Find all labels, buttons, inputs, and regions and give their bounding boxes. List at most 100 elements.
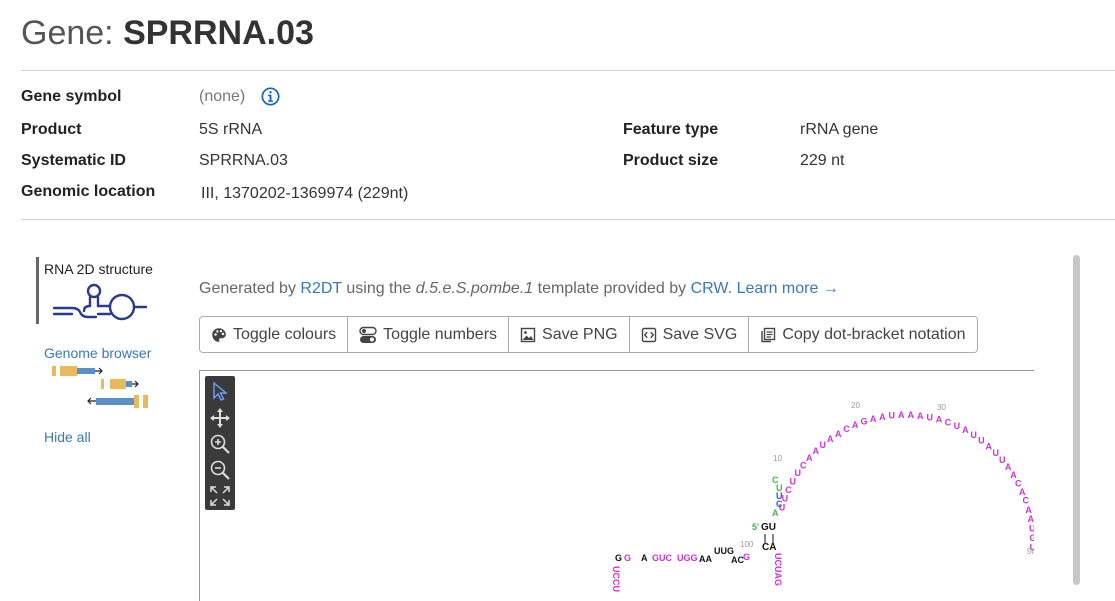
base-u2: U — [776, 483, 783, 493]
image-icon — [520, 327, 536, 342]
zoom-in-icon[interactable] — [208, 432, 232, 456]
page-scrollbar[interactable] — [1073, 255, 1080, 585]
ca-pair: CA — [762, 542, 776, 553]
page-title-prefix: Gene: — [21, 14, 114, 52]
info-icon[interactable] — [261, 87, 280, 106]
attribution-template-provided: template provided by — [537, 280, 687, 297]
attribution-period: . — [727, 280, 733, 297]
rna-structure-nav-label[interactable]: RNA 2D structure — [44, 261, 153, 277]
genomic-location-value: III, 1370202-1369974 (229nt) — [201, 185, 409, 202]
gu-pair: GU — [761, 522, 776, 533]
loop-base: A — [879, 412, 886, 422]
toggle-colours-button[interactable]: Toggle colours — [200, 317, 349, 352]
product-size-label: Product size — [623, 152, 719, 169]
gene-symbol-value: (none) — [199, 88, 246, 105]
save-svg-button[interactable]: Save SVG — [629, 317, 750, 352]
loop-base: C — [945, 417, 952, 427]
loop-base: A — [936, 415, 943, 425]
toggle-switches-icon — [359, 326, 377, 343]
toggle-colours-label: Toggle colours — [233, 325, 337, 343]
feature-type-label: Feature type — [623, 121, 719, 138]
loop-base: U — [926, 412, 933, 422]
loop-base: U — [820, 440, 827, 450]
details-divider — [21, 219, 1115, 220]
loop-base: U — [954, 421, 961, 431]
zoom-out-icon[interactable] — [208, 458, 232, 482]
r2dt-link[interactable]: R2DT — [300, 280, 342, 297]
position-50: 50 — [1027, 547, 1034, 556]
save-png-button[interactable]: Save PNG — [509, 317, 630, 352]
header-divider — [21, 70, 1115, 71]
page-title: Gene: SPRRNA.03 — [21, 12, 314, 54]
loop-base: A — [986, 441, 993, 451]
loop-base: A — [962, 425, 969, 435]
five-prime-label: 5' — [752, 522, 759, 532]
left-base-5: UGG — [677, 553, 698, 563]
structure-viewer[interactable]: UUCUUCAAUAACAGAAUAAAUACUAUUAUUAACACAAUGU… — [199, 370, 1034, 601]
systematic-id-label: Systematic ID — [21, 152, 126, 169]
copy-dot-bracket-label: Copy dot-bracket notation — [782, 325, 966, 343]
toggle-numbers-button[interactable]: Toggle numbers — [348, 317, 510, 352]
loop-base: A — [898, 410, 905, 420]
genome-browser-thumbnail-icon[interactable] — [52, 363, 150, 411]
left-base-3: A — [641, 553, 648, 563]
position-100: 100 — [740, 540, 754, 549]
loop-base: A — [827, 434, 834, 444]
rna-structure-thumbnail-icon[interactable] — [52, 282, 148, 324]
hairpin-loop: UUCUUCAAUAACAGAAUAAAUACUAUUAUUAACACAAUGU — [779, 410, 1034, 552]
loop-base: A — [908, 410, 915, 420]
loop-base: U — [889, 411, 896, 421]
hide-all-link[interactable]: Hide all — [44, 429, 91, 445]
gene-symbol-label: Gene symbol — [21, 88, 122, 105]
position-10: 10 — [773, 454, 782, 463]
product-value: 5S rRNA — [199, 121, 263, 138]
save-svg-label: Save SVG — [662, 325, 738, 343]
palette-icon — [212, 327, 226, 342]
stem-right: UCUAG — [773, 553, 783, 586]
attribution-using-the: using the — [346, 280, 412, 297]
loop-base: U — [782, 494, 789, 504]
left-column: UCCU — [611, 566, 621, 592]
loop-base: A — [870, 414, 877, 424]
loop-base: C — [843, 424, 850, 434]
left-base-4: GUC — [652, 553, 673, 563]
page-title-gene: SPRRNA.03 — [123, 14, 314, 52]
loop-base: U — [970, 430, 977, 440]
product-label: Product — [21, 121, 82, 138]
left-base-1: G — [615, 553, 622, 563]
structure-attribution: Generated by R2DT using the d.5.e.S.pomb… — [199, 280, 839, 298]
template-name: d.5.e.S.pombe.1 — [415, 280, 534, 297]
product-size-value: 229 nt — [800, 152, 845, 169]
save-png-label: Save PNG — [542, 325, 618, 343]
toggle-numbers-label: Toggle numbers — [383, 325, 498, 343]
position-30: 30 — [937, 403, 946, 412]
rna-structure-active-marker — [36, 257, 39, 324]
feature-type-value: rRNA gene — [800, 121, 879, 138]
viewer-toolbar — [205, 376, 235, 510]
rna-structure-diagram: UUCUUCAAUAACAGAAUAAAUACUAUUAUUAACACAAUGU… — [611, 401, 1034, 592]
copy-icon — [761, 327, 776, 342]
loop-base: U — [1029, 524, 1034, 534]
fit-to-screen-icon[interactable] — [208, 484, 232, 508]
structure-button-group: Toggle colours Toggle numbers Save PNG S… — [199, 316, 978, 353]
loop-base: A — [917, 411, 924, 421]
systematic-id-value: SPRRNA.03 — [199, 152, 288, 169]
loop-base: G — [860, 417, 867, 427]
left-base-2: G — [624, 553, 631, 563]
crw-link[interactable]: CRW — [691, 280, 728, 297]
left-base-9: G — [743, 552, 750, 562]
loop-base: U — [978, 435, 985, 445]
genomic-location-label: Genomic location — [21, 183, 156, 200]
learn-more-link[interactable]: Learn more → — [737, 280, 839, 297]
pan-tool-icon[interactable] — [208, 406, 232, 430]
genome-browser-link[interactable]: Genome browser — [44, 345, 151, 361]
left-base-6: AA — [699, 554, 712, 564]
pointer-tool-icon[interactable] — [208, 380, 232, 404]
loop-base: G — [1029, 533, 1034, 543]
code-file-icon — [641, 327, 656, 342]
base-a: A — [772, 508, 779, 518]
copy-dot-bracket-button[interactable]: Copy dot-bracket notation — [749, 317, 977, 352]
attribution-generated-by: Generated by — [199, 280, 296, 297]
position-20: 20 — [851, 401, 860, 410]
loop-base: A — [813, 446, 820, 456]
